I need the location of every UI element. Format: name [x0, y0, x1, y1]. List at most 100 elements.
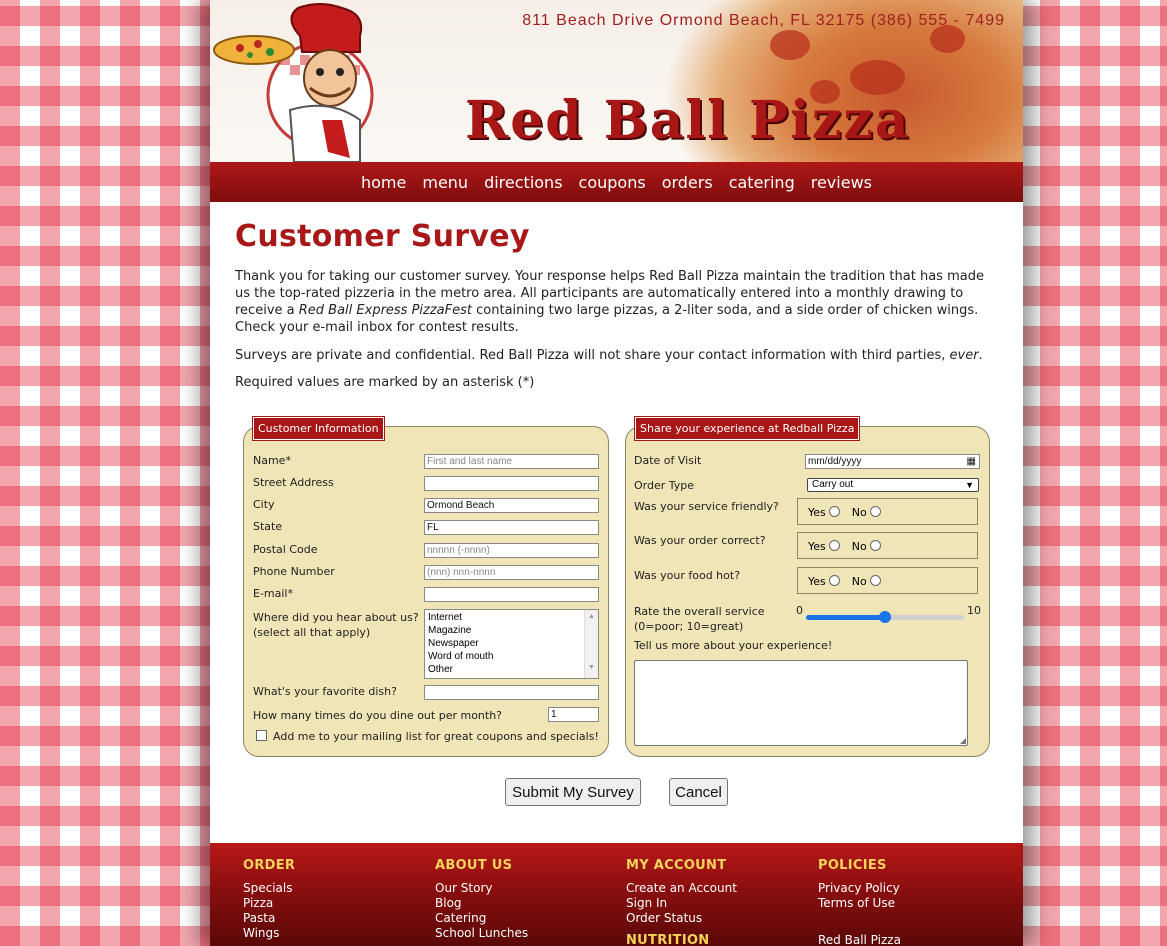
date-input[interactable]: mm/dd/yyyy ▦: [805, 454, 980, 469]
pizza-topping: [770, 30, 810, 60]
dine-out-input[interactable]: 1: [548, 707, 599, 722]
list-option[interactable]: Internet: [428, 611, 595, 624]
calendar-icon[interactable]: ▦: [967, 455, 976, 468]
mailing-list-row: Add me to your mailing list for great co…: [256, 730, 599, 743]
postal-label: Postal Code: [253, 543, 318, 556]
order-type-select[interactable]: Carry out ▼: [807, 478, 979, 492]
required-note: Required values are marked by an asteris…: [235, 375, 535, 390]
date-placeholder: mm/dd/yyyy: [808, 456, 862, 467]
correct-radio-group: Yes No: [797, 532, 978, 559]
chevron-down-icon: ▼: [965, 480, 974, 490]
privacy-text-b: .: [978, 348, 983, 363]
footer-link-pasta[interactable]: Pasta: [243, 911, 423, 926]
name-input[interactable]: First and last name: [424, 454, 599, 469]
list-option[interactable]: Other: [428, 663, 595, 676]
nav-link-orders[interactable]: orders: [654, 173, 721, 192]
customer-info-fieldset: Customer Information Name* First and las…: [243, 417, 609, 757]
submit-survey-button[interactable]: Submit My Survey: [505, 778, 641, 806]
rate-min-label: 0: [796, 604, 803, 617]
footer-link-catering[interactable]: Catering: [435, 911, 615, 926]
footer-link-school-lunches[interactable]: School Lunches: [435, 926, 615, 941]
footer-link-sign-in[interactable]: Sign In: [626, 896, 806, 911]
customer-info-legend: Customer Information: [253, 417, 384, 440]
header-banner: 811 Beach Drive Ormond Beach, FL 32175 (…: [210, 0, 1023, 164]
hot-radio-group: Yes No: [797, 567, 978, 594]
footer-brand: Red Ball Pizza: [818, 933, 901, 946]
phone-input[interactable]: (nnn) nnn-nnnn: [424, 565, 599, 580]
listbox-scrollbar[interactable]: ▲ ▼: [584, 610, 598, 678]
rate-label-line2: (0=poor; 10=great): [634, 620, 744, 633]
experience-fieldset: Share your experience at Redball Pizza D…: [625, 417, 990, 757]
mailing-list-checkbox[interactable]: [256, 730, 267, 741]
privacy-text-em: ever: [949, 348, 979, 363]
main-content: Customer Survey Thank you for taking our…: [235, 202, 995, 390]
footer-link-pizza[interactable]: Pizza: [243, 896, 423, 911]
correct-yes-radio[interactable]: [829, 540, 841, 551]
footer-link-blog[interactable]: Blog: [435, 896, 615, 911]
hot-yes-radio[interactable]: [829, 575, 841, 586]
friendly-yes-label: Yes: [808, 506, 826, 519]
header-address: 811 Beach Drive Ormond Beach, FL 32175 (…: [522, 12, 1005, 29]
service-rating-slider[interactable]: [806, 611, 964, 623]
hot-no-radio[interactable]: [870, 575, 882, 586]
chef-mascot-logo: [213, 3, 374, 162]
footer-link-wings[interactable]: Wings: [243, 926, 423, 941]
nav-link-catering[interactable]: catering: [721, 173, 803, 192]
hear-about-listbox[interactable]: Internet Magazine Newspaper Word of mout…: [424, 609, 599, 679]
footer-col-account: MY ACCOUNT Create an Account Sign In Ord…: [626, 858, 806, 946]
city-label: City: [253, 498, 275, 511]
cancel-button[interactable]: Cancel: [669, 778, 728, 806]
state-input[interactable]: FL: [424, 520, 599, 535]
privacy-paragraph: Surveys are private and confidential. Re…: [235, 348, 995, 363]
list-option[interactable]: Word of mouth: [428, 650, 595, 663]
resize-handle-icon[interactable]: ◢: [960, 736, 966, 745]
friendly-no-radio[interactable]: [870, 506, 882, 517]
hear-about-label-line2: (select all that apply): [253, 626, 371, 639]
list-option[interactable]: Magazine: [428, 624, 595, 637]
nav-link-menu[interactable]: menu: [414, 173, 476, 192]
footer-link-privacy[interactable]: Privacy Policy: [818, 881, 998, 896]
street-input[interactable]: [424, 476, 599, 491]
intro-text-em: Red Ball Express PizzaFest: [298, 303, 472, 318]
postal-input[interactable]: nnnnn (-nnnn): [424, 543, 599, 558]
nav-link-reviews[interactable]: reviews: [803, 173, 880, 192]
nav-link-home[interactable]: home: [353, 173, 414, 192]
slider-thumb[interactable]: [879, 611, 891, 623]
correct-no-radio[interactable]: [870, 540, 882, 551]
friendly-question: Was your service friendly?: [634, 500, 779, 513]
slider-fill: [806, 615, 885, 620]
mailing-list-label: Add me to your mailing list for great co…: [273, 730, 599, 743]
intro-paragraph: Thank you for taking our customer survey…: [235, 268, 995, 336]
name-label: Name*: [253, 454, 291, 467]
email-input[interactable]: [424, 587, 599, 602]
main-nav: home menu directions coupons orders cate…: [210, 162, 1023, 202]
list-option[interactable]: Newspaper: [428, 637, 595, 650]
footer-link-our-story[interactable]: Our Story: [435, 881, 615, 896]
tell-more-label: Tell us more about your experience!: [634, 639, 833, 652]
nav-link-coupons[interactable]: coupons: [571, 173, 654, 192]
friendly-yes-radio[interactable]: [829, 506, 841, 517]
footer-col-policies: POLICIES Privacy Policy Terms of Use Red…: [818, 858, 998, 946]
dine-out-label: How many times do you dine out per month…: [253, 709, 503, 722]
city-input[interactable]: Ormond Beach: [424, 498, 599, 513]
footer-link-create-account[interactable]: Create an Account: [626, 881, 806, 896]
order-type-value: Carry out: [812, 479, 854, 490]
hear-about-label-line1: Where did you hear about us?: [253, 611, 419, 624]
scroll-up-arrow-icon[interactable]: ▲: [585, 610, 598, 623]
state-label: State: [253, 520, 283, 533]
street-label: Street Address: [253, 476, 334, 489]
footer-heading-nutrition: NUTRITION: [626, 933, 710, 946]
footer-heading-account: MY ACCOUNT: [626, 858, 727, 873]
favorite-dish-input[interactable]: [424, 685, 599, 700]
experience-legend: Share your experience at Redball Pizza: [635, 417, 860, 440]
rate-max-label: 10: [967, 604, 981, 617]
footer-link-order-status[interactable]: Order Status: [626, 911, 806, 926]
footer-link-specials[interactable]: Specials: [243, 881, 423, 896]
scroll-down-arrow-icon[interactable]: ▼: [585, 661, 598, 674]
footer-heading-policies: POLICIES: [818, 858, 887, 873]
date-label: Date of Visit: [634, 454, 702, 467]
nav-link-directions[interactable]: directions: [476, 173, 570, 192]
experience-textarea[interactable]: ◢: [634, 660, 968, 746]
email-label: E-mail*: [253, 587, 293, 600]
footer-link-terms[interactable]: Terms of Use: [818, 896, 998, 911]
